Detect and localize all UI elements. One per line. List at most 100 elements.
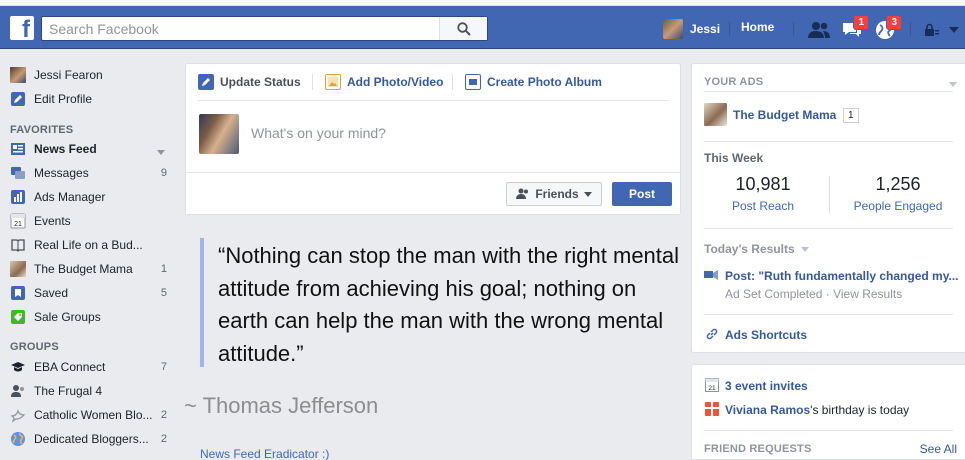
- sidebar-item-label: The Budget Mama: [34, 262, 133, 276]
- sidebar-item-count: 7: [160, 361, 167, 373]
- todays-results-label[interactable]: Today's Results: [704, 242, 809, 256]
- group-icon: [10, 383, 26, 399]
- messages-button[interactable]: 1: [839, 15, 869, 42]
- events-panel: 21 3 event invites Viviana Ramos's birth…: [691, 364, 965, 460]
- sidebar-item-news-feed[interactable]: News Feed: [10, 139, 175, 159]
- sidebar-item-dedicated-bloggers[interactable]: Dedicated Bloggers... 2: [10, 429, 175, 449]
- messages-badge: 1: [853, 15, 869, 30]
- dove-icon: [10, 407, 26, 423]
- sidebar-item-budget-mama[interactable]: The Budget Mama 1: [10, 259, 175, 279]
- sidebar-item-count: 9: [160, 167, 167, 179]
- ad-post-icon: [704, 270, 718, 280]
- pencil-icon: [10, 91, 26, 107]
- your-ads-panel: YOUR ADS The Budget Mama 1 This Week 10,…: [691, 63, 965, 353]
- chevron-down-icon[interactable]: [157, 146, 165, 158]
- chevron-down-icon: [949, 27, 959, 33]
- sidebar-item-eba-connect[interactable]: EBA Connect 7: [10, 357, 175, 377]
- sidebar-item-catholic-women[interactable]: Catholic Women Blo... 2: [10, 405, 175, 425]
- todays-results-text: Today's Results: [704, 242, 795, 256]
- sidebar-edit-profile[interactable]: Edit Profile: [10, 89, 175, 109]
- tab-label: Update Status: [220, 75, 301, 89]
- status-input[interactable]: What's on your mind?: [251, 125, 386, 141]
- page-badge: 1: [843, 108, 859, 123]
- audience-label: Friends: [535, 187, 579, 201]
- sidebar-item-label: EBA Connect: [34, 360, 106, 374]
- people-engaged-stat: 1,256 People Engaged: [833, 174, 963, 213]
- svg-text:21: 21: [14, 221, 22, 228]
- ad-status: Ad Set Completed: [725, 287, 823, 301]
- friend-requests-heading: FRIEND REQUESTS: [704, 443, 812, 455]
- search-button[interactable]: [439, 17, 487, 40]
- nav-divider: [910, 22, 911, 36]
- sidebar-item-count: 1: [160, 263, 167, 275]
- tab-add-photo-video[interactable]: Add Photo/Video: [325, 72, 443, 92]
- saved-icon: [10, 285, 26, 301]
- sidebar-item-label: Catholic Women Blo...: [34, 408, 153, 422]
- sidebar-item-label: Edit Profile: [34, 92, 93, 106]
- panel-divider: [704, 141, 953, 142]
- sidebar-item-ads-manager[interactable]: Ads Manager: [10, 187, 175, 207]
- account-menu-button[interactable]: [946, 18, 962, 42]
- audience-selector[interactable]: Friends: [506, 182, 602, 206]
- calendar-icon: 21: [705, 378, 719, 392]
- sidebar-profile-link[interactable]: Jessi Fearon: [10, 65, 175, 85]
- graduation-cap-icon: [10, 359, 26, 375]
- tab-update-status[interactable]: Update Status: [198, 72, 301, 92]
- sidebar-item-label: Saved: [34, 286, 69, 300]
- search-input[interactable]: [42, 17, 442, 40]
- friends-icon: [808, 22, 830, 38]
- tab-create-album[interactable]: Create Photo Album: [465, 72, 602, 92]
- status-composer: Update Status Add Photo/Video Create Pho…: [185, 63, 681, 215]
- composer-divider: [198, 100, 668, 101]
- sidebar-item-sale-groups[interactable]: Sale Groups: [10, 307, 175, 327]
- panel-divider: [704, 314, 953, 315]
- ads-shortcuts-link[interactable]: Ads Shortcuts: [725, 328, 807, 342]
- profile-link[interactable]: Jessi: [663, 19, 720, 39]
- sidebar-item-frugal-4[interactable]: The Frugal 4: [10, 381, 175, 401]
- sidebar-item-label: Ads Manager: [34, 190, 106, 204]
- ads-heading: YOUR ADS: [704, 76, 764, 88]
- sidebar-item-count: 2: [160, 433, 167, 445]
- ad-post-title[interactable]: Post: "Ruth fundamentally changed my...: [725, 269, 965, 283]
- sidebar-item-saved[interactable]: Saved 5: [10, 283, 175, 303]
- sidebar-item-real-life[interactable]: Real Life on a Bud...: [10, 235, 175, 255]
- privacy-shortcuts-button[interactable]: [922, 18, 942, 42]
- birthday-text: 's birthday is today: [810, 403, 910, 417]
- birthday-name[interactable]: Viviana Ramos: [725, 403, 810, 417]
- user-name: Jessi: [690, 22, 721, 36]
- home-link[interactable]: Home: [741, 20, 774, 34]
- facebook-logo[interactable]: f: [10, 16, 34, 40]
- tab-divider: [312, 74, 313, 90]
- sale-groups-icon: [10, 309, 26, 325]
- sidebar-item-events[interactable]: 21 Events: [10, 211, 175, 231]
- sidebar-item-label: Sale Groups: [34, 310, 101, 324]
- notifications-button[interactable]: 3: [872, 15, 902, 42]
- panel-divider: [704, 430, 953, 431]
- sidebar-item-messages[interactable]: Messages 9: [10, 163, 175, 183]
- post-button[interactable]: Post: [612, 182, 672, 206]
- post-reach-value: 10,981: [735, 174, 791, 194]
- sidebar-item-label: Dedicated Bloggers...: [34, 432, 149, 446]
- post-reach-label[interactable]: Post Reach: [698, 199, 828, 213]
- page-name[interactable]: The Budget Mama: [733, 108, 836, 122]
- sidebar-item-label: Jessi Fearon: [34, 68, 103, 82]
- user-avatar: [663, 19, 683, 39]
- see-all-link[interactable]: See All: [920, 442, 957, 456]
- tab-divider: [452, 74, 453, 90]
- people-engaged-label[interactable]: People Engaged: [833, 199, 963, 213]
- messages-icon: [10, 165, 26, 181]
- chevron-down-icon[interactable]: [949, 76, 957, 90]
- notifications-badge: 3: [886, 15, 902, 30]
- lock-icon: [925, 23, 939, 36]
- sidebar-item-count: 5: [160, 287, 167, 299]
- friend-requests-button[interactable]: [806, 18, 832, 42]
- nav-divider: [793, 22, 794, 36]
- svg-text:21: 21: [708, 385, 716, 392]
- view-results-link[interactable]: View Results: [833, 287, 902, 301]
- ads-manager-icon: [10, 189, 26, 205]
- eradicator-link[interactable]: News Feed Eradicator :): [200, 447, 329, 460]
- composer-footer: Friends Post: [186, 172, 680, 214]
- sidebar-item-label: Events: [34, 214, 71, 228]
- profile-avatar-icon: [10, 67, 26, 83]
- event-invites-link[interactable]: 3 event invites: [725, 379, 808, 393]
